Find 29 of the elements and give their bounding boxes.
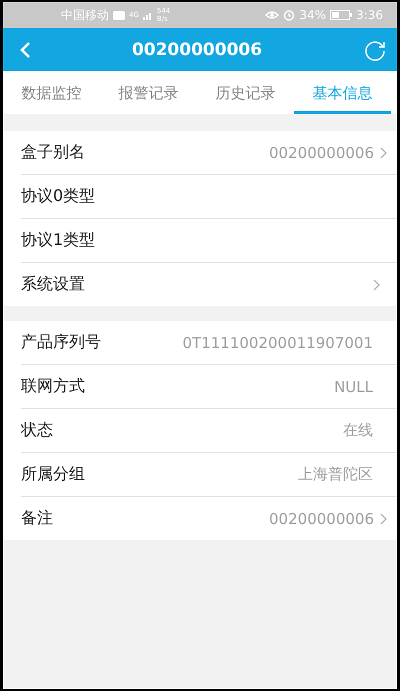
- row-value: 0T111100200011907001: [182, 334, 373, 352]
- tab[interactable]: 基本信息: [294, 71, 391, 114]
- signal-icon: [142, 10, 153, 20]
- info-row[interactable]: 盒子别名 00200000006: [21, 131, 397, 175]
- tab[interactable]: 报警记录: [100, 71, 197, 114]
- row-label: 协议1类型: [21, 230, 96, 251]
- row-value: 00200000006: [269, 144, 374, 162]
- row-label: 产品序列号: [21, 332, 101, 353]
- row-value: NULL: [334, 378, 373, 396]
- row-value: 上海普陀区: [298, 465, 373, 484]
- info-row[interactable]: 备注 00200000006: [21, 497, 397, 540]
- row-label: 协议0类型: [21, 186, 96, 207]
- tab[interactable]: 历史记录: [197, 71, 294, 114]
- info-row[interactable]: 系统设置: [21, 263, 397, 306]
- row-label: 盒子别名: [21, 142, 85, 163]
- tab[interactable]: 数据监控: [3, 71, 100, 114]
- eye-icon: [265, 10, 280, 20]
- row-label: 备注: [21, 508, 53, 529]
- alarm-icon: [283, 9, 296, 21]
- row-label: 联网方式: [21, 376, 85, 397]
- hd-icon: [113, 10, 125, 20]
- row-label: 状态: [21, 420, 53, 441]
- row-label: 所属分组: [21, 464, 85, 485]
- row-value: 00200000006: [269, 510, 374, 528]
- battery-icon: [330, 10, 352, 20]
- back-button[interactable]: [19, 40, 31, 58]
- page-title: 00200000006: [132, 40, 262, 60]
- row-value: 在线: [343, 421, 373, 440]
- row-label: 系统设置: [21, 274, 85, 295]
